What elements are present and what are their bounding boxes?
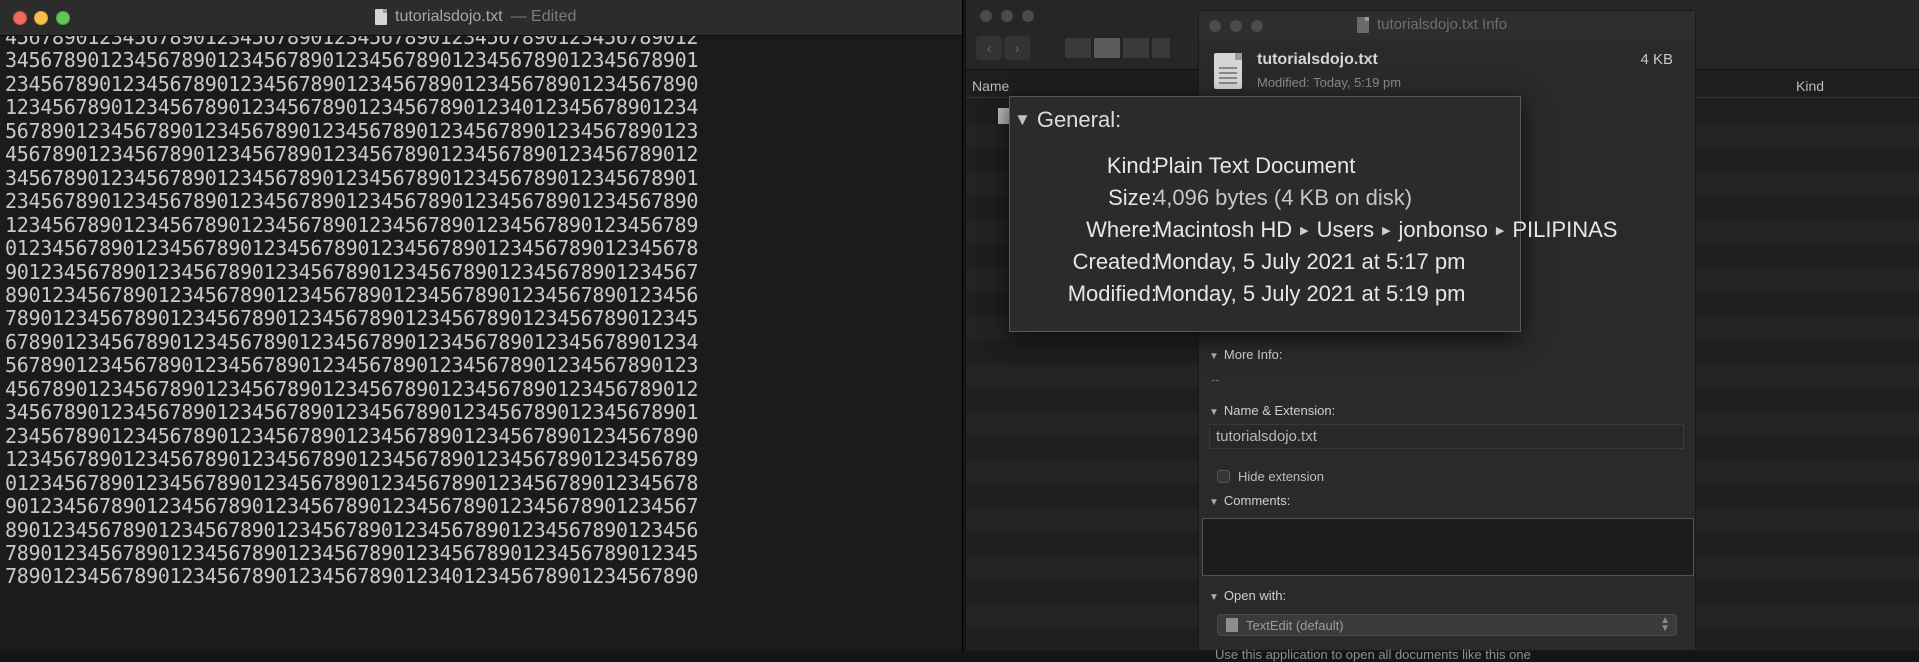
document-name: tutorialsdojo.txt [395, 8, 503, 25]
path-separator-icon: ▶ [1382, 225, 1391, 237]
text-line: 1234567890123456789012345678901234567890… [5, 447, 699, 472]
kind-value: Plain Text Document [1154, 153, 1356, 178]
created-label: Created: [1072, 249, 1157, 274]
disclosure-triangle-icon[interactable]: ▼ [1209, 351, 1219, 362]
column-view-button[interactable] [1122, 37, 1150, 59]
text-document-icon [1214, 53, 1242, 89]
text-content[interactable]: 4567890123456789012345678901234567890123… [5, 26, 962, 651]
path-item[interactable]: Macintosh HD [1154, 217, 1292, 242]
created-value: Monday, 5 July 2021 at 5:17 pm [1154, 249, 1466, 274]
text-line: 7890123456789012345678901234567890123456… [5, 540, 699, 565]
text-line: 8901234567890123456789012345678901234567… [5, 282, 699, 307]
close-button[interactable] [980, 10, 992, 22]
where-path: Macintosh HD ▶ Users ▶ jonbonso ▶ PILIPINAS [1154, 217, 1617, 243]
text-line: 0123456789012345678901234567890123456789… [5, 470, 699, 495]
text-line: 3456789012345678901234567890123456789012… [5, 48, 699, 73]
open-with-section[interactable]: ▼ Open with: [1209, 588, 1286, 603]
zoom-button[interactable] [1022, 10, 1034, 22]
open-with-hint: Use this application to open all documen… [1215, 647, 1531, 662]
icon-view-button[interactable] [1064, 37, 1092, 59]
file-name: tutorialsdojo.txt [1257, 51, 1378, 68]
checkbox[interactable] [1217, 470, 1230, 483]
name-field[interactable]: tutorialsdojo.txt [1209, 424, 1684, 449]
path-item[interactable]: PILIPINAS [1512, 217, 1617, 242]
textedit-app-icon [1226, 618, 1238, 632]
text-line: 7890123456789012345678901234567890123456… [5, 306, 699, 331]
comments-section[interactable]: ▼ Comments: [1209, 493, 1290, 508]
column-name[interactable]: Name [972, 78, 1009, 94]
text-line: 1234567890123456789012345678901234567890… [5, 212, 699, 237]
disclosure-triangle-icon[interactable]: ▼ [1209, 592, 1219, 603]
list-view-button[interactable] [1093, 37, 1121, 59]
gallery-view-button[interactable] [1151, 37, 1171, 59]
disclosure-triangle-icon[interactable]: ▼ [1014, 110, 1031, 130]
text-line: 2345678901234567890123456789012345678901… [5, 71, 699, 96]
info-titlebar[interactable]: tutorialsdojo.txt Info [1199, 11, 1695, 41]
text-line: 9012345678901234567890123456789012345678… [5, 494, 699, 519]
path-separator-icon: ▶ [1300, 225, 1309, 237]
text-line: 2345678901234567890123456789012345678901… [5, 423, 699, 448]
text-line: 0123456789012345678901234567890123456789… [5, 236, 699, 261]
text-line: 1234567890123456789012345678901234567890… [5, 95, 699, 120]
more-info-section[interactable]: ▼ More Info: [1209, 347, 1282, 362]
textedit-window: 4567890123456789012345678901234567890123… [0, 0, 963, 651]
minimize-button[interactable] [34, 11, 48, 25]
modified-summary: Modified: Today, 5:19 pm [1257, 75, 1402, 90]
size-label: Size: [1108, 185, 1157, 210]
text-line: 3456789012345678901234567890123456789012… [5, 400, 699, 425]
more-info-value: -- [1211, 372, 1220, 387]
comments-field[interactable] [1202, 518, 1694, 576]
kind-row: Kind: Plain Text Document [1010, 153, 1522, 183]
info-header: tutorialsdojo.txt 4 KB Modified: Today, … [1199, 41, 1695, 91]
window-title: tutorialsdojo.txt — Edited [375, 8, 576, 26]
document-icon [375, 9, 387, 25]
text-line: 3456789012345678901234567890123456789012… [5, 165, 699, 190]
path-separator-icon: ▶ [1495, 225, 1505, 237]
general-header[interactable]: ▼ General: [1014, 107, 1121, 133]
column-kind[interactable]: Kind [1796, 78, 1824, 94]
edited-indicator: — Edited [510, 8, 577, 25]
modified-label: Modified: [1067, 281, 1157, 306]
forward-button[interactable]: › [1004, 36, 1030, 60]
text-line: 9012345678901234567890123456789012345678… [5, 259, 699, 284]
back-button[interactable]: ‹ [976, 36, 1002, 60]
text-line: 5678901234567890123456789012345678901234… [5, 118, 699, 143]
path-item[interactable]: jonbonso [1399, 217, 1488, 242]
general-section: ▼ General: Kind: Plain Text Document Siz… [1009, 96, 1617, 332]
text-line: 8901234567890123456789012345678901234567… [5, 517, 699, 542]
text-line: 2345678901234567890123456789012345678901… [5, 189, 699, 214]
size-value: 4,096 bytes (4 KB on disk) [1154, 185, 1413, 210]
textedit-titlebar[interactable]: tutorialsdojo.txt — Edited [0, 0, 962, 36]
minimize-button[interactable] [1230, 20, 1242, 32]
zoom-button[interactable] [1251, 20, 1263, 32]
close-button[interactable] [1209, 20, 1221, 32]
text-line: 7890123456789012345678901234567890123401… [5, 564, 699, 589]
info-window-title: tutorialsdojo.txt Info [1357, 16, 1507, 33]
disclosure-triangle-icon[interactable]: ▼ [1209, 497, 1219, 508]
text-line: 4567890123456789012345678901234567890123… [5, 142, 699, 167]
where-label: Where: [1086, 217, 1157, 242]
minimize-button[interactable] [1001, 10, 1013, 22]
text-line: 4567890123456789012345678901234567890123… [5, 376, 699, 401]
file-size: 4 KB [1640, 51, 1673, 68]
created-row: Created: Monday, 5 July 2021 at 5:17 pm [1010, 249, 1522, 279]
where-row: Where: Macintosh HD ▶ Users ▶ jonbonso ▶ PILIP… [1010, 217, 1617, 247]
modified-row: Modified: Monday, 5 July 2021 at 5:19 pm [1010, 281, 1522, 311]
text-line: 6789012345678901234567890123456789012345… [5, 329, 699, 354]
hide-extension-checkbox[interactable]: Hide extension [1217, 469, 1324, 484]
disclosure-triangle-icon[interactable]: ▼ [1209, 407, 1219, 418]
kind-label: Kind: [1106, 153, 1157, 178]
path-item[interactable]: Users [1317, 217, 1374, 242]
name-extension-section[interactable]: ▼ Name & Extension: [1209, 403, 1335, 418]
document-icon [1357, 16, 1369, 33]
select-arrows-icon: ▲ ▼ [1660, 615, 1670, 634]
zoom-button[interactable] [56, 11, 70, 25]
open-with-select[interactable]: TextEdit (default) ▲ ▼ [1217, 614, 1677, 636]
text-line: 5678901234567890123456789012345678901234… [5, 353, 699, 378]
size-row: Size: 4,096 bytes (4 KB on disk) [1010, 185, 1522, 215]
close-button[interactable] [13, 11, 27, 25]
modified-value: Monday, 5 July 2021 at 5:19 pm [1154, 281, 1466, 306]
